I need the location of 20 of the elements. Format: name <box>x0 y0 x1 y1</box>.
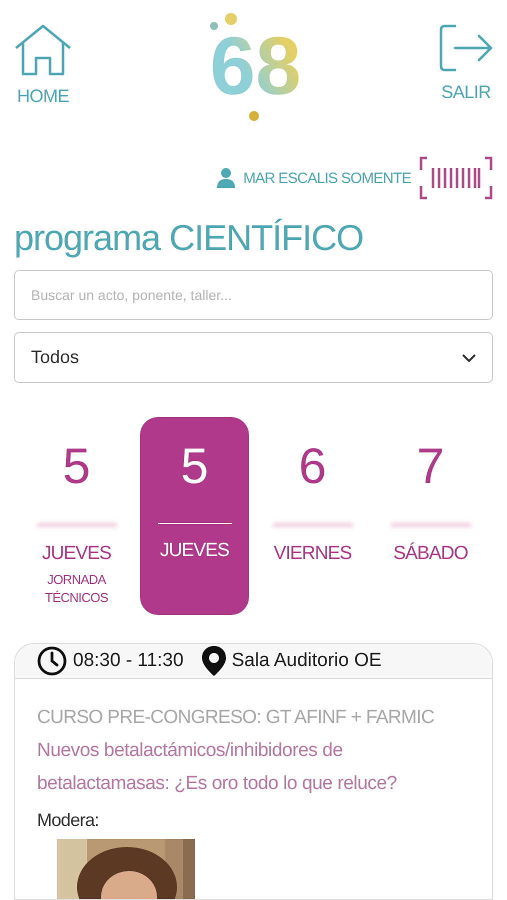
clock-icon <box>37 646 67 676</box>
user-icon <box>217 168 236 188</box>
exit-icon <box>439 24 493 72</box>
session-title: Nuevos betalactámicos/inhibidores de betalactamasas: ¿Es oro todo lo que reluce? <box>37 739 398 796</box>
session-category: CURSO PRE-CONGRESO: GT AFINF + FARMIC <box>37 706 436 730</box>
page-title: programa CIENTÍFICO <box>14 216 364 260</box>
home-icon <box>14 24 72 76</box>
day-tab[interactable]: 5 JUEVES JORNADA TÉCNICOS <box>22 417 131 615</box>
barcode-scan-icon[interactable] <box>419 156 493 200</box>
day-tab[interactable]: 7 SÁBADO <box>376 417 485 615</box>
chevron-down-icon <box>462 354 476 362</box>
day-tab[interactable]: 5 JUEVES <box>140 417 249 615</box>
day-tab[interactable]: 6 VIERNES <box>258 417 367 615</box>
user-name: MAR ESCALIS SOMENTE <box>243 170 411 186</box>
location-pin-icon <box>202 646 226 676</box>
session-room: Sala Auditorio OE <box>232 650 382 672</box>
search-field[interactable]: Buscar un acto, ponente, taller... <box>14 270 493 320</box>
session-time: 08:30 - 11:30 <box>73 650 184 672</box>
filter-dropdown[interactable]: Todos <box>14 332 493 383</box>
moderator-label: Modera: <box>37 810 100 831</box>
